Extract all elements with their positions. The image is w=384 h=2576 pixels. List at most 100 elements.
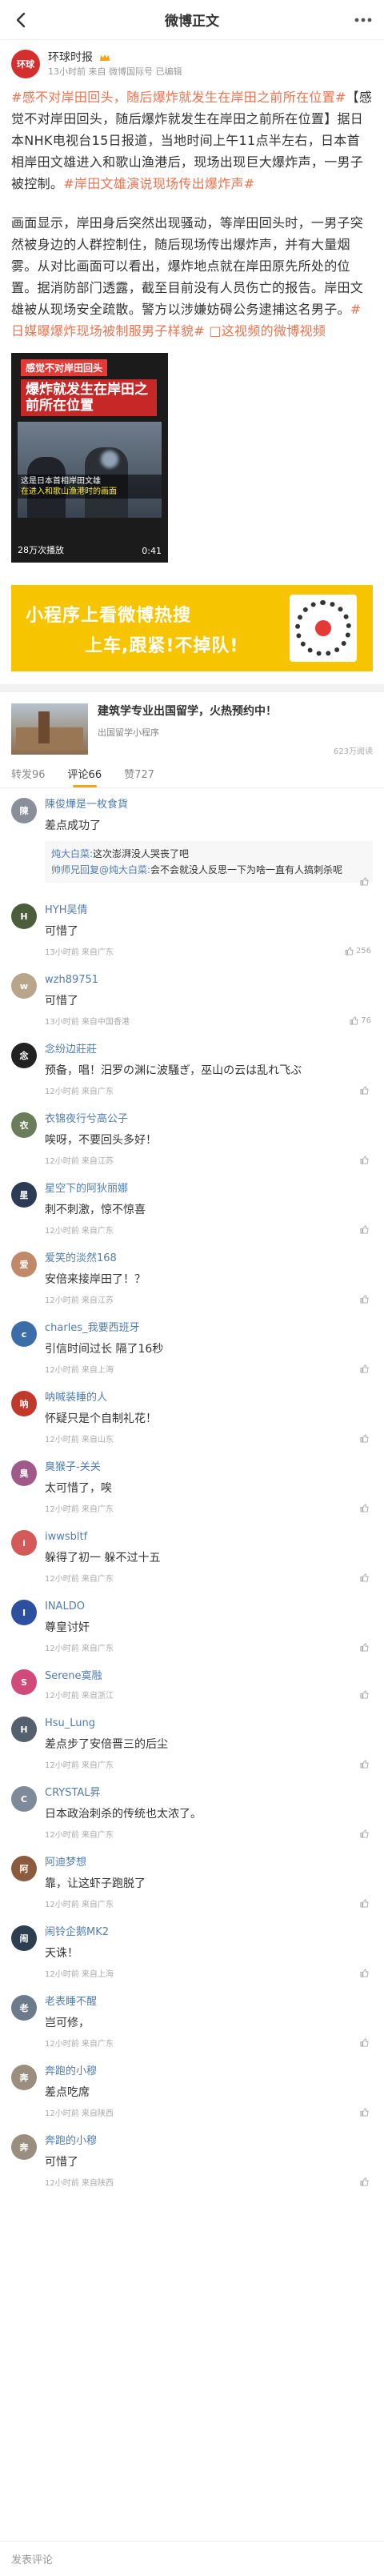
comment-author[interactable]: 衣锦夜行兮高公子 [45,1112,373,1127]
avatar[interactable]: 阿 [11,1856,37,1881]
avatar[interactable]: 呐 [11,1391,37,1416]
comment-item[interactable]: H Hsu_Lung 差点步了安倍晋三的后尘 12小时前 来自广东 [0,1707,384,1777]
comment-item[interactable]: i iwwsbltf 躲得了初一 躲不过十五 12小时前 来自广东 [0,1520,384,1590]
comment-item[interactable]: I INALDO 尊皇讨奸 12小时前 来自广东 [0,1590,384,1660]
avatar[interactable]: 环球 [11,50,40,78]
comment-item[interactable]: 陳 陳俊燁是一枚食貨 差点成功了 炖大白菜:这次澎湃没人哭丧了吧 帅师兄回复@炖大白菜:… [0,788,384,894]
comment-author[interactable]: 闹铃企鹅MK2 [45,1925,373,1940]
tab-likes[interactable]: 赞727 [124,766,154,787]
like-button[interactable] [360,1899,371,1908]
comment-item[interactable]: H HYH吴倩 可惜了 13小时前 来自广东 256 [0,894,384,963]
author-name[interactable]: 环球时报 [48,51,93,64]
avatar[interactable]: 衣 [11,1112,37,1138]
comment-author[interactable]: charles_我要西班牙 [45,1321,373,1336]
hot-search-ad-banner[interactable]: 小程序上看微博热搜 上车,跟紧!不掉队! [11,585,373,671]
avatar[interactable]: I [11,1600,37,1625]
comment-author[interactable]: 阿迪梦想 [45,1856,373,1870]
comment-author[interactable]: 爱笑的淡然168 [45,1252,373,1266]
comment-item[interactable]: 臭 臭猴子-关关 太可惜了，唉 12小时前 来自广东 [0,1451,384,1520]
avatar[interactable]: 闹 [11,1925,37,1951]
comment-item[interactable]: S Serene寞融 12小时前 来自浙江 [0,1660,384,1707]
like-button[interactable] [360,877,371,886]
back-button[interactable] [10,9,32,31]
comment-item[interactable]: C CRYSTAL昇 日本政治刺杀的传统也太浓了。 12小时前 来自广东 [0,1777,384,1846]
avatar[interactable]: 奔 [11,2065,37,2090]
like-button[interactable] [360,1829,371,1838]
comment-author[interactable]: Hsu_Lung [45,1717,373,1731]
video-link[interactable]: □这视频的微博视频 [209,323,326,339]
like-button[interactable] [360,1760,371,1769]
reply-author[interactable]: 帅师兄回复@炖大白菜: [51,864,150,875]
like-button[interactable] [360,1295,371,1304]
comment-item[interactable]: 呐 呐喊装睡的人 怀疑只是个自制礼花！ 12小时前 来自山东 [0,1381,384,1451]
avatar[interactable]: c [11,1321,37,1347]
reply-author[interactable]: 炖大白菜: [51,848,93,859]
comment-item[interactable]: 念 念纷边莊莊 预备，唱！汨罗の渊に波騒ぎ，巫山の云は乱れ飞ぶ 12小时前 来自广东 [0,1033,384,1103]
comment-item[interactable]: 奔 奔跑的小穆 差点吃席 12小时前 来自陕西 [0,2055,384,2125]
tab-reposts[interactable]: 转发96 [11,766,46,787]
avatar[interactable]: C [11,1786,37,1812]
tab-comments[interactable]: 评论66 [68,766,102,787]
like-button[interactable] [360,1643,371,1652]
comment-item[interactable]: 星 星空下的阿狄丽娜 刺不刺激，惊不惊喜 12小时前 来自广东 [0,1172,384,1242]
comment-author[interactable]: HYH吴倩 [45,903,373,918]
comment-author[interactable]: INALDO [45,1600,373,1614]
comment-item[interactable]: 爱 爱笑的淡然168 安倍来接岸田了！？ 12小时前 来自江苏 [0,1242,384,1312]
hashtag-link[interactable]: #感不对岸田回头，随后爆炸就发生在岸田之前所在位置# [11,90,346,105]
thumbs-up-icon [360,1643,369,1652]
avatar[interactable]: 奔 [11,2134,37,2160]
like-button[interactable] [360,1573,371,1582]
like-button[interactable] [360,1690,371,1699]
comment-replies[interactable]: 炖大白菜:这次澎湃没人哭丧了吧 帅师兄回复@炖大白菜:会不会就没人反思一下为啥一直… [45,841,373,883]
like-button[interactable]: 76 [350,1016,371,1025]
comment-item[interactable]: 闹 闹铃企鹅MK2 天诛！ 12小时前 来自上海 [0,1916,384,1985]
comment-item[interactable]: w wzh89751 可惜了 13小时前 来自中国香港 76 [0,963,384,1033]
like-button[interactable] [360,2177,371,2186]
avatar[interactable]: w [11,973,37,999]
comment-author[interactable]: 奔跑的小穆 [45,2065,373,2079]
like-button[interactable]: 256 [345,947,371,955]
reply-item: 帅师兄回复@炖大白菜:会不会就没人反思一下为啥一直有人搞刺杀呢 [51,862,366,878]
avatar[interactable]: 爱 [11,1252,37,1277]
like-button[interactable] [360,1156,371,1164]
more-button[interactable] [352,9,374,31]
avatar[interactable]: H [11,1717,37,1742]
comment-author[interactable]: 陳俊燁是一枚食貨 [45,798,373,812]
video-banner: 感觉不对岸田回头 爆炸就发生在岸田之前所在位置 [21,359,157,416]
avatar[interactable]: S [11,1669,37,1695]
comment-author[interactable]: 呐喊装睡的人 [45,1391,373,1405]
hashtag-link[interactable]: #岸田文雄演说现场传出爆炸声# [63,176,254,191]
like-button[interactable] [360,1504,371,1512]
avatar[interactable]: 老 [11,1995,37,2021]
avatar[interactable]: 星 [11,1182,37,1208]
avatar[interactable]: H [11,903,37,929]
comment-author[interactable]: Serene寞融 [45,1669,373,1684]
avatar[interactable]: i [11,1530,37,1556]
comment-item[interactable]: 老 老表睡不醒 岂可修， 12小时前 来自广东 [0,1985,384,2055]
comment-author[interactable]: CRYSTAL昇 [45,1786,373,1801]
comment-author[interactable]: wzh89751 [45,973,373,988]
like-button[interactable] [360,1434,371,1443]
comment-author[interactable]: iwwsbltf [45,1530,373,1544]
avatar[interactable]: 陳 [11,798,37,823]
like-button[interactable] [360,2038,371,2047]
video-player[interactable]: 感觉不对岸田回头 爆炸就发生在岸田之前所在位置 这是日本首相岸田文雄 在进入和歌… [11,353,168,563]
like-button[interactable] [360,1086,371,1095]
comment-item[interactable]: 阿 阿迪梦想 靠，让这虾子跑脱了 12小时前 来自广东 [0,1846,384,1916]
comment-item[interactable]: 衣 衣锦夜行兮高公子 唉呀，不要回头多好！ 12小时前 来自江苏 [0,1103,384,1172]
comment-item[interactable]: 奔 奔跑的小穆 可惜了 12小时前 来自陕西 [0,2125,384,2194]
comment-author[interactable]: 臭猴子-关关 [45,1460,373,1475]
comment-bar[interactable]: 发表评论 [0,2541,384,2576]
comment-author[interactable]: 奔跑的小穆 [45,2134,373,2149]
comment-author[interactable]: 念纷边莊莊 [45,1043,373,1057]
like-button[interactable] [360,2108,371,2117]
like-button[interactable] [360,1364,371,1373]
like-button[interactable] [360,1225,371,1234]
avatar[interactable]: 臭 [11,1460,37,1486]
promo-card[interactable]: 建筑学专业出国留学，火热预约中！ 出国留学小程序 623万阅读 [0,692,384,758]
avatar[interactable]: 念 [11,1043,37,1068]
comment-author[interactable]: 星空下的阿狄丽娜 [45,1182,373,1196]
like-button[interactable] [360,1969,371,1977]
comment-item[interactable]: c charles_我要西班牙 引信时间过长 隔了16秒 12小时前 来自上海 [0,1312,384,1381]
comment-author[interactable]: 老表睡不醒 [45,1995,373,2009]
